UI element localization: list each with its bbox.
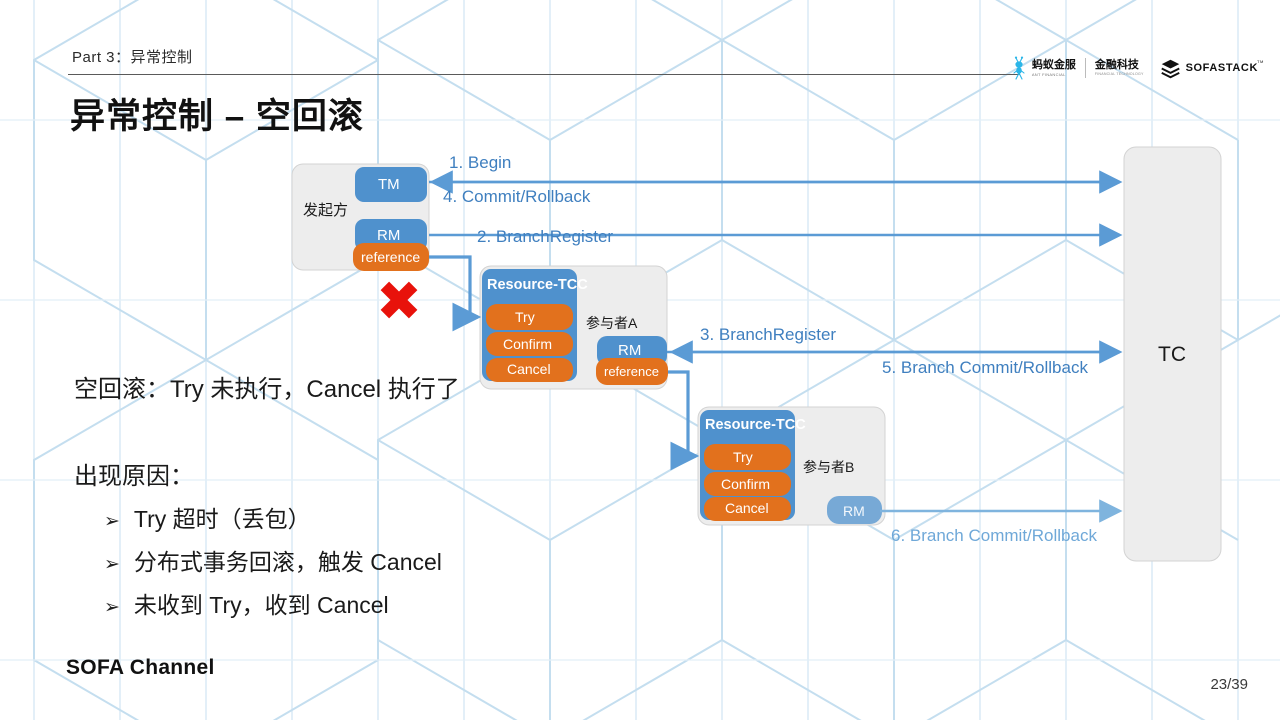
page-title: 异常控制 – 空回滚 xyxy=(70,97,364,136)
call-initiator-to-a xyxy=(429,255,482,332)
header-divider xyxy=(68,74,1020,75)
participant-b-confirm xyxy=(704,472,791,496)
sofastack-stack-icon xyxy=(1160,59,1180,78)
initiator-tm-node xyxy=(355,167,427,202)
lead-statement: 空回滚：Try 未执行，Cancel 执行了 xyxy=(74,376,460,403)
footer-brand: SOFA Channel xyxy=(66,656,215,679)
ant-logo-en: ANT FINANCIAL xyxy=(1031,71,1066,77)
flow-label-4: 4. Commit/Rollback xyxy=(443,187,591,206)
section-kicker: Part 3：异常控制 xyxy=(72,49,193,66)
list-item-label: 未收到 Try，收到 Cancel xyxy=(133,592,389,618)
participant-b-rm-node xyxy=(827,496,882,524)
list-item: ➢ Try 超时（丢包） xyxy=(104,500,442,543)
list-item-label: 分布式事务回滚，触发 Cancel xyxy=(133,549,442,575)
sofastack-text: SOFASTACK xyxy=(1185,62,1258,74)
slide-root: Part 3：异常控制 异常控制 – 空回滚 蚂蚁金服 ANT FINANCIA… xyxy=(0,0,1280,720)
flow-label-6: 6. Branch Commit/Rollback xyxy=(891,526,1097,545)
bullet-marker-icon: ➢ xyxy=(104,554,120,575)
list-item: ➢ 分布式事务回滚，触发 Cancel xyxy=(104,543,442,586)
reason-bullet-list: ➢ Try 超时（丢包） ➢ 分布式事务回滚，触发 Cancel ➢ 未收到 T… xyxy=(104,500,442,629)
flow-label-2: 2. BranchRegister xyxy=(477,227,614,246)
participant-b-cancel xyxy=(704,497,791,521)
participant-a-reference-node xyxy=(596,358,668,385)
sofastack-logo: SOFASTACK TM xyxy=(1160,58,1264,79)
initiator-reference-node xyxy=(353,243,429,271)
trademark-icon: TM xyxy=(1257,59,1264,64)
tc-box xyxy=(1123,146,1222,562)
call-a-to-b xyxy=(668,370,700,471)
flow-label-1: 1. Begin xyxy=(449,153,512,172)
participant-a-cancel xyxy=(486,358,573,382)
fintech-logo: 金融科技 FINANCIAL TECHNOLOGY xyxy=(1094,58,1144,77)
participant-a-confirm xyxy=(486,332,573,356)
participant-a-try xyxy=(486,304,573,330)
ant-logo-cn: 蚂蚁金服 xyxy=(1031,58,1076,71)
page-number: 23/39 xyxy=(1210,676,1248,693)
list-item: ➢ 未收到 Try，收到 Cancel xyxy=(104,586,442,629)
reason-heading: 出现原因： xyxy=(74,463,194,490)
sofastack-wordmark: SOFASTACK TM xyxy=(1185,59,1264,74)
ant-financial-logo: 蚂蚁金服 ANT FINANCIAL xyxy=(1010,55,1076,81)
fintech-logo-en: FINANCIAL TECHNOLOGY xyxy=(1094,71,1144,76)
logo-bar: 蚂蚁金服 ANT FINANCIAL 金融科技 FINANCIAL TECHNO… xyxy=(1010,52,1264,84)
list-item-label: Try 超时（丢包） xyxy=(133,506,311,532)
ant-mascot-icon xyxy=(1013,56,1025,80)
bullet-marker-icon: ➢ xyxy=(104,511,120,532)
participant-b-try xyxy=(704,444,791,470)
fintech-logo-cn: 金融科技 xyxy=(1094,58,1139,71)
red-x-cross-icon xyxy=(380,281,418,319)
bullet-marker-icon: ➢ xyxy=(104,597,120,618)
flow-label-5: 5. Branch Commit/Rollback xyxy=(882,358,1088,377)
logo-separator xyxy=(1084,58,1086,78)
flow-label-3: 3. BranchRegister xyxy=(700,325,837,344)
